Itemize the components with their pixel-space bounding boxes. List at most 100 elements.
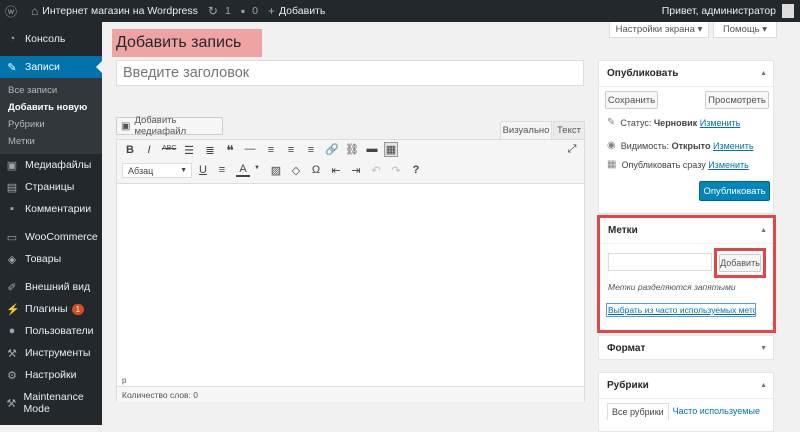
screen-options-button[interactable]: Настройки экрана ▾ (609, 22, 709, 38)
submenu-all-posts[interactable]: Все записи (0, 82, 102, 99)
comments-link[interactable]: ▪ 0 (236, 0, 263, 22)
horizontal-rule-icon[interactable]: — (243, 143, 257, 155)
site-name-label: Интернет магазин на Wordpress (42, 5, 198, 17)
blockquote-icon[interactable]: ❝ (223, 142, 237, 159)
numbered-list-icon[interactable]: ≣ (203, 144, 217, 157)
status-value: Черновик (653, 117, 698, 128)
submenu-tags[interactable]: Метки (0, 133, 102, 150)
schedule-row: ▦ Опубликовать сразу Изменить (607, 159, 749, 170)
popular-tags-link[interactable]: Выбрать из часто используемых меток (606, 303, 756, 317)
toolbar-toggle-icon[interactable]: ▦ (384, 142, 398, 157)
align-right-icon[interactable]: ≡ (304, 144, 318, 156)
help-label: Помощь (722, 24, 760, 35)
menu-label: WooCommerce (25, 231, 98, 243)
underline-icon[interactable]: U (196, 164, 210, 176)
avatar (782, 4, 794, 18)
menu-item-woocommerce[interactable]: ▭ WooCommerce (0, 226, 102, 248)
dashboard-icon: ◔ (8, 33, 16, 45)
read-more-icon[interactable]: ▬ (365, 143, 379, 155)
justify-icon[interactable]: ≡ (215, 164, 229, 176)
italic-icon[interactable]: I (142, 144, 156, 156)
link-icon[interactable]: 🔗 (325, 143, 339, 156)
collapse-icon[interactable]: ▲ (760, 227, 767, 234)
site-name-link[interactable]: ⌂ Интернет магазин на Wordpress (26, 0, 203, 22)
collapse-icon[interactable]: ▲ (760, 382, 767, 389)
menu-item-media[interactable]: ▣ Медиафайлы (0, 154, 102, 176)
menu-item-users[interactable]: ● Пользователи (0, 320, 102, 342)
menu-item-pages[interactable]: ▤ Страницы (0, 176, 102, 198)
indent-icon[interactable]: ⇥ (349, 164, 363, 177)
media-icon: ▣ (6, 159, 18, 172)
tab-visual[interactable]: Визуально (500, 121, 552, 139)
add-tag-button[interactable]: Добавить (719, 254, 761, 272)
align-center-icon[interactable]: ≡ (284, 144, 298, 156)
post-title-input[interactable]: Введите заголовок (116, 60, 584, 86)
format-select[interactable]: Абзац ▼ (122, 163, 192, 178)
menu-item-posts[interactable]: ✎ Записи (0, 56, 102, 78)
post-editor: B I ABC ☰ ≣ ❝ — ≡ ≡ ≡ 🔗 ⛓ ▬ ▦ ⤢ Абзац ▼ U… (116, 139, 585, 402)
clear-format-icon[interactable]: ◇ (289, 164, 303, 177)
menu-item-products[interactable]: ◈ Товары (0, 248, 102, 270)
eye-icon: ◉ (607, 140, 616, 151)
unlink-icon[interactable]: ⛓ (345, 143, 359, 156)
collapse-icon[interactable]: ▲ (760, 70, 767, 77)
text-color-icon[interactable]: A (236, 164, 250, 177)
outdent-icon[interactable]: ⇤ (329, 164, 343, 177)
help-button[interactable]: Помощь ▾ (713, 22, 777, 38)
align-left-icon[interactable]: ≡ (264, 144, 278, 156)
new-content-label: Добавить (278, 5, 326, 17)
submenu-categories[interactable]: Рубрики (0, 116, 102, 133)
edit-schedule-link[interactable]: Изменить (708, 160, 749, 170)
element-path: p (122, 376, 127, 385)
menu-label: Консоль (25, 33, 66, 45)
tab-all-categories[interactable]: Все рубрики (607, 403, 669, 420)
status-label: Статус: (620, 117, 652, 128)
menu-item-plugins[interactable]: ⚡ Плагины 1 (0, 298, 102, 320)
edit-status-link[interactable]: Изменить (700, 118, 741, 128)
fullscreen-icon[interactable]: ⤢ (565, 143, 579, 156)
screen-options-label: Настройки экрана (615, 24, 695, 35)
tags-hint: Метки разделяются запятыми (608, 282, 736, 292)
maintenance-icon: ⚒ (6, 397, 17, 410)
special-char-icon[interactable]: Ω (309, 164, 323, 176)
format-box-title: Формат (607, 343, 646, 354)
comment-icon: ▪ (240, 4, 246, 18)
preview-button[interactable]: Просмотреть (705, 91, 769, 109)
pin-icon: ✎ (607, 117, 616, 128)
account-menu[interactable]: Привет, администратор (662, 4, 800, 18)
undo-icon[interactable]: ↶ (369, 164, 383, 177)
menu-label: Maintenance Mode (23, 391, 84, 415)
submenu-add-new[interactable]: Добавить новую (0, 99, 102, 116)
admin-sidebar: ◔ Консоль ✎ Записи Все записи Добавить нов… (0, 22, 102, 425)
visibility-value: Открыто (671, 140, 711, 151)
comment-icon: ▪ (10, 203, 14, 215)
chevron-down-icon[interactable]: ▼ (250, 165, 264, 171)
wp-logo-button[interactable]: ⓦ (0, 0, 26, 22)
menu-item-settings[interactable]: ⚙ Настройки (0, 364, 102, 386)
expand-icon[interactable]: ▼ (760, 345, 767, 352)
menu-label: Настройки (25, 369, 77, 381)
new-tag-input[interactable] (608, 253, 712, 271)
publish-button[interactable]: Опубликовать (699, 181, 770, 201)
tab-popular-categories[interactable]: Часто используемые (669, 403, 764, 420)
categories-box: Рубрики ▲ Все рубрики Часто используемые (598, 372, 774, 432)
menu-item-maintenance[interactable]: ⚒ Maintenance Mode (0, 391, 102, 415)
save-draft-button[interactable]: Сохранить (605, 91, 658, 109)
bullet-list-icon[interactable]: ☰ (182, 144, 196, 157)
editor-toolbar: B I ABC ☰ ≣ ❝ — ≡ ≡ ≡ 🔗 ⛓ ▬ ▦ ⤢ Абзац ▼ U… (117, 140, 584, 184)
redo-icon[interactable]: ↷ (389, 164, 403, 177)
paste-text-icon[interactable]: ▨ (269, 164, 283, 177)
strikethrough-icon[interactable]: ABC (162, 145, 176, 152)
chevron-down-icon: ▾ (697, 24, 703, 35)
updates-link[interactable]: ↻ 1 (203, 0, 236, 22)
menu-item-comments[interactable]: ▪ Комментарии (0, 198, 102, 220)
menu-item-console[interactable]: ◔ Консоль (0, 28, 102, 50)
new-content-link[interactable]: + Добавить (263, 0, 330, 22)
help-icon[interactable]: ? (409, 164, 423, 176)
tab-text[interactable]: Текст (553, 121, 585, 139)
bold-icon[interactable]: B (123, 144, 137, 156)
add-media-button[interactable]: ▣ Добавить медиафайл (116, 115, 223, 137)
edit-visibility-link[interactable]: Изменить (713, 141, 754, 151)
menu-item-tools[interactable]: ⚒ Инструменты (0, 342, 102, 364)
menu-item-appearance[interactable]: ✐ Внешний вид (0, 276, 102, 298)
